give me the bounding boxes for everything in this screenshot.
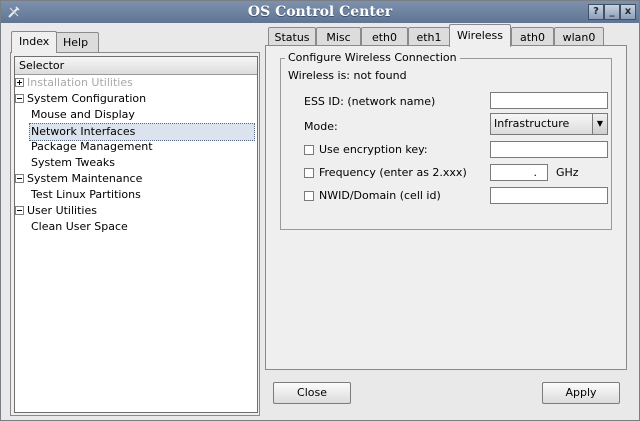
dropdown-arrow-icon[interactable]: ▼ (592, 114, 607, 134)
apply-button[interactable]: Apply (542, 382, 620, 404)
wireless-status-text: Wireless is: not found (288, 69, 407, 82)
tab-wlan0[interactable]: wlan0 (554, 27, 604, 47)
help-button[interactable]: ? (588, 4, 604, 20)
tree-item-system-maintenance[interactable]: System Maintenance (15, 171, 144, 187)
tab-index[interactable]: Index (11, 31, 57, 53)
frequency-unit: GHz (556, 166, 579, 179)
close-button[interactable]: Close (273, 382, 351, 404)
wireless-config-group: Configure Wireless Connection Wireless i… (280, 51, 612, 230)
nwid-label[interactable]: NWID/Domain (cell id) (319, 189, 441, 202)
collapse-icon[interactable] (15, 173, 24, 183)
tree-item-installation-utilities[interactable]: Installation Utilities (15, 75, 135, 91)
tab-help[interactable]: Help (55, 32, 99, 52)
minimize-button[interactable]: _ (604, 4, 620, 20)
tree-item-label: Test Linux Partitions (31, 188, 141, 201)
tab-ath0[interactable]: ath0 (511, 27, 554, 47)
tree-item-label: System Maintenance (27, 172, 143, 185)
tree-item-clean-user-space[interactable]: Clean User Space (29, 219, 130, 235)
tree-item-label: Mouse and Display (31, 108, 135, 121)
index-panel: Selector Installation Utilities System C… (10, 52, 260, 416)
selector-header[interactable]: Selector (15, 57, 257, 75)
tab-eth0[interactable]: eth0 (361, 27, 408, 47)
tree-item-user-utilities[interactable]: User Utilities (15, 203, 99, 219)
tree-item-label: User Utilities (27, 204, 97, 217)
tree-item-label: System Configuration (27, 92, 147, 105)
tab-status[interactable]: Status (268, 27, 316, 47)
encryption-checkbox[interactable] (304, 145, 314, 155)
tree-item-package-management[interactable]: Package Management (29, 139, 155, 155)
nwid-input[interactable] (490, 187, 608, 204)
tab-wireless[interactable]: Wireless (449, 24, 511, 47)
wireless-panel: Configure Wireless Connection Wireless i… (265, 45, 627, 370)
title-bar[interactable]: OS Control Center ? _ x (1, 1, 639, 23)
tree-item-test-linux-partitions[interactable]: Test Linux Partitions (29, 187, 143, 203)
expand-icon[interactable] (15, 77, 24, 87)
encryption-label[interactable]: Use encryption key: (319, 143, 428, 156)
tree-item-system-configuration[interactable]: System Configuration (15, 91, 148, 107)
collapse-icon[interactable] (15, 93, 24, 103)
group-title: Configure Wireless Connection (285, 51, 460, 64)
essid-input[interactable] (490, 92, 608, 109)
frequency-input[interactable]: . (490, 164, 548, 181)
nwid-checkbox[interactable] (304, 191, 314, 201)
tree-item-label: Installation Utilities (27, 76, 133, 89)
mode-selected-value: Infrastructure (494, 117, 570, 130)
tab-eth1[interactable]: eth1 (408, 27, 450, 47)
tree-item-label: System Tweaks (31, 156, 116, 169)
button-bar: Close Apply (265, 374, 625, 410)
tree-item-system-tweaks[interactable]: System Tweaks (29, 155, 117, 171)
selector-tree[interactable]: Selector Installation Utilities System C… (14, 56, 258, 413)
frequency-checkbox[interactable] (304, 168, 314, 178)
close-window-button[interactable]: x (620, 4, 636, 20)
window-title: OS Control Center (247, 4, 393, 20)
mode-select[interactable]: Infrastructure ▼ (490, 113, 608, 135)
mode-label: Mode: (304, 120, 338, 133)
tree-item-label: Package Management (31, 140, 153, 153)
app-window: OS Control Center ? _ x Index Help Selec… (0, 0, 640, 421)
tree-item-network-interfaces[interactable]: Network Interfaces (29, 123, 255, 141)
collapse-icon[interactable] (15, 205, 24, 215)
encryption-key-input[interactable] (490, 141, 608, 158)
essid-label: ESS ID: (network name) (304, 95, 436, 108)
tree-item-label: Clean User Space (31, 220, 128, 233)
frequency-label[interactable]: Frequency (enter as 2.xxx) (319, 166, 467, 179)
tree-item-mouse-and-display[interactable]: Mouse and Display (29, 107, 137, 123)
tab-misc[interactable]: Misc (316, 27, 361, 47)
